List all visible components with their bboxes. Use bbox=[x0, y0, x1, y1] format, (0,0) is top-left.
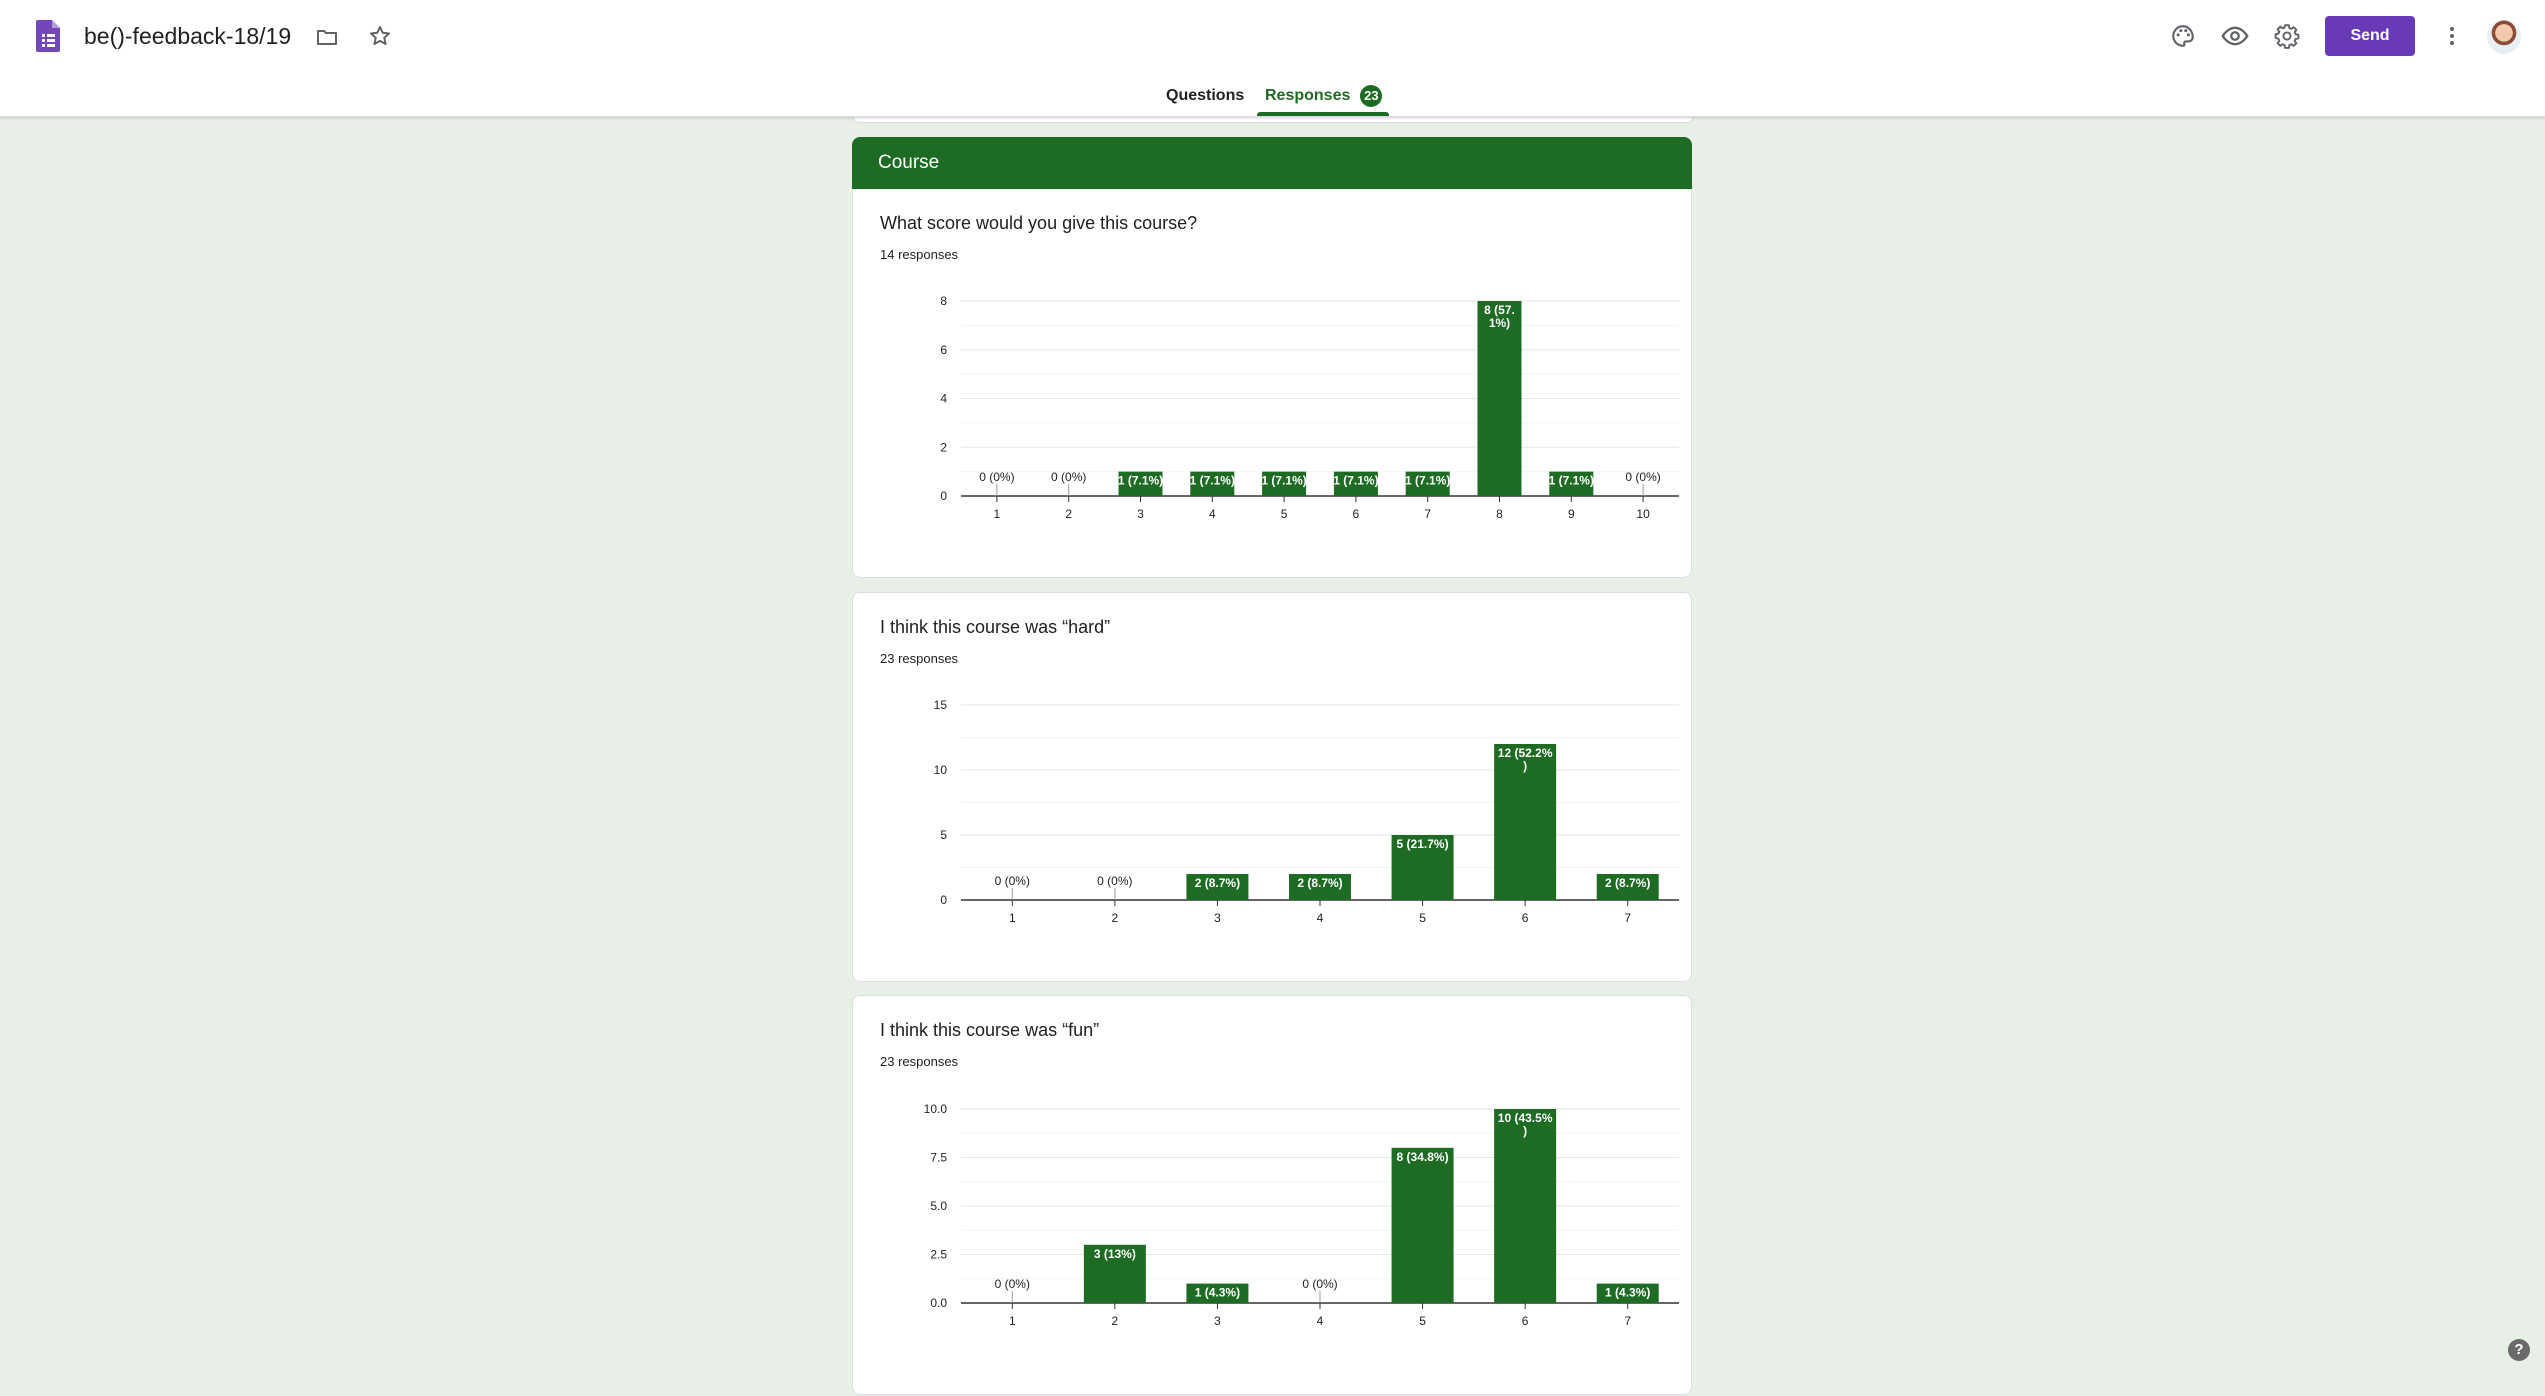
y-tick-label: 7.5 bbox=[930, 1151, 947, 1165]
data-label: 10 (43.5% bbox=[1498, 1111, 1553, 1125]
question-card: I think this course was “fun” 23 respons… bbox=[852, 995, 1692, 1395]
preview-eye-icon[interactable] bbox=[2217, 18, 2253, 54]
x-tick-label: 6 bbox=[1522, 911, 1529, 925]
x-tick-label: 7 bbox=[1624, 911, 1631, 925]
top-app-bar: be()-feedback-18/19 Send Questions Respo… bbox=[0, 0, 2545, 117]
y-tick-label: 5.0 bbox=[930, 1199, 947, 1213]
data-label: 0 (0%) bbox=[1097, 874, 1132, 888]
x-tick-label: 7 bbox=[1624, 1314, 1631, 1328]
data-label: 1%) bbox=[1489, 316, 1510, 330]
settings-gear-icon[interactable] bbox=[2269, 18, 2305, 54]
data-label: 8 (57. bbox=[1484, 303, 1515, 317]
x-tick-label: 2 bbox=[1112, 911, 1119, 925]
y-tick-label: 2.5 bbox=[930, 1248, 947, 1262]
x-tick-label: 1 bbox=[1009, 1314, 1016, 1328]
question-card: I think this course was “hard” 23 respon… bbox=[852, 592, 1692, 982]
x-tick-label: 5 bbox=[1419, 1314, 1426, 1328]
data-label: 1 (4.3%) bbox=[1195, 1286, 1240, 1300]
data-label: 0 (0%) bbox=[995, 1277, 1030, 1291]
x-tick-label: 5 bbox=[1281, 507, 1288, 521]
x-tick-label: 6 bbox=[1522, 1314, 1529, 1328]
data-label: 2 (8.7%) bbox=[1297, 876, 1342, 890]
palette-icon[interactable] bbox=[2165, 18, 2201, 54]
data-label: 2 (8.7%) bbox=[1195, 876, 1240, 890]
x-tick-label: 7 bbox=[1424, 507, 1431, 521]
x-tick-label: 6 bbox=[1353, 507, 1360, 521]
forms-icon[interactable] bbox=[36, 20, 60, 52]
y-tick-label: 5 bbox=[940, 828, 947, 842]
help-icon[interactable]: ? bbox=[2508, 1339, 2530, 1361]
data-label: ) bbox=[1523, 1124, 1527, 1138]
y-tick-label: 10.0 bbox=[924, 1102, 948, 1116]
y-tick-label: 6 bbox=[940, 343, 947, 357]
data-label: 2 (8.7%) bbox=[1605, 876, 1650, 890]
x-tick-label: 3 bbox=[1214, 911, 1221, 925]
data-label: 1 (7.1%) bbox=[1333, 474, 1378, 488]
data-label: 1 (7.1%) bbox=[1549, 474, 1594, 488]
data-label: 12 (52.2% bbox=[1498, 746, 1553, 760]
data-label: 0 (0%) bbox=[979, 470, 1014, 484]
x-tick-label: 4 bbox=[1209, 507, 1216, 521]
section-header: Course bbox=[852, 137, 1692, 189]
bar[interactable] bbox=[1391, 1147, 1454, 1303]
bar[interactable] bbox=[1494, 1109, 1557, 1303]
y-tick-label: 8 bbox=[940, 294, 947, 308]
star-icon[interactable] bbox=[362, 18, 398, 54]
x-tick-label: 3 bbox=[1137, 507, 1144, 521]
x-tick-label: 4 bbox=[1317, 911, 1324, 925]
x-tick-label: 3 bbox=[1214, 1314, 1221, 1328]
data-label: ) bbox=[1523, 759, 1527, 773]
x-tick-label: 1 bbox=[1009, 911, 1016, 925]
x-tick-label: 9 bbox=[1568, 507, 1575, 521]
y-tick-label: 0 bbox=[940, 489, 947, 503]
x-tick-label: 5 bbox=[1419, 911, 1426, 925]
data-label: 1 (7.1%) bbox=[1118, 474, 1163, 488]
responses-count-badge: 23 bbox=[1360, 84, 1383, 107]
data-label: 0 (0%) bbox=[995, 874, 1030, 888]
y-tick-label: 10 bbox=[934, 763, 948, 777]
x-tick-label: 2 bbox=[1112, 1314, 1119, 1328]
data-label: 3 (13%) bbox=[1094, 1247, 1136, 1261]
data-label: 0 (0%) bbox=[1625, 470, 1660, 484]
tab-questions[interactable]: Questions bbox=[1166, 84, 1244, 116]
active-tab-indicator bbox=[1257, 112, 1389, 116]
x-tick-label: 8 bbox=[1496, 507, 1503, 521]
send-button[interactable]: Send bbox=[2325, 16, 2415, 56]
section-title: Course bbox=[878, 152, 940, 173]
tab-questions-label: Questions bbox=[1166, 87, 1245, 104]
data-label: 1 (7.1%) bbox=[1261, 474, 1306, 488]
y-tick-label: 4 bbox=[940, 392, 947, 406]
data-label: 0 (0%) bbox=[1302, 1277, 1337, 1291]
document-title[interactable]: be()-feedback-18/19 bbox=[84, 20, 291, 52]
data-label: 1 (7.1%) bbox=[1405, 474, 1450, 488]
data-label: 0 (0%) bbox=[1051, 470, 1086, 484]
bar[interactable] bbox=[1477, 301, 1522, 496]
tab-bar: Questions Responses 23 bbox=[0, 80, 2545, 116]
y-tick-label: 0.0 bbox=[930, 1296, 947, 1310]
x-tick-label: 2 bbox=[1065, 507, 1072, 521]
data-label: 1 (7.1%) bbox=[1190, 474, 1235, 488]
avatar[interactable] bbox=[2487, 20, 2521, 54]
x-tick-label: 10 bbox=[1636, 507, 1650, 521]
data-label: 1 (4.3%) bbox=[1605, 1286, 1650, 1300]
y-tick-label: 0 bbox=[940, 893, 947, 907]
data-label: 5 (21.7%) bbox=[1397, 837, 1449, 851]
y-tick-label: 15 bbox=[934, 698, 948, 712]
tab-responses-label: Responses bbox=[1265, 87, 1351, 104]
folder-icon[interactable] bbox=[309, 19, 345, 55]
bar-chart: 0.0 2.5 5.0 7.5 10.0 1 0 (0%) 2 3 (13%) 3 1 (4.3%)… bbox=[924, 1102, 1679, 1328]
x-tick-label: 4 bbox=[1317, 1314, 1324, 1328]
y-tick-label: 2 bbox=[940, 440, 947, 454]
bar-chart: 0 5 10 15 1 0 (0%) 2 0 (0%) 3 2 (8.7%) 4 2 (8.7%) 5 5… bbox=[934, 698, 1679, 925]
more-vert-icon[interactable] bbox=[2434, 18, 2470, 54]
data-label: 8 (34.8%) bbox=[1397, 1150, 1449, 1164]
bar-chart: 0246810 (0%)20 (0%)31 (7.1%)41 (7.1%)51 … bbox=[940, 294, 1679, 521]
x-tick-label: 1 bbox=[994, 507, 1001, 521]
question-card: What score would you give this course? 1… bbox=[852, 189, 1692, 578]
